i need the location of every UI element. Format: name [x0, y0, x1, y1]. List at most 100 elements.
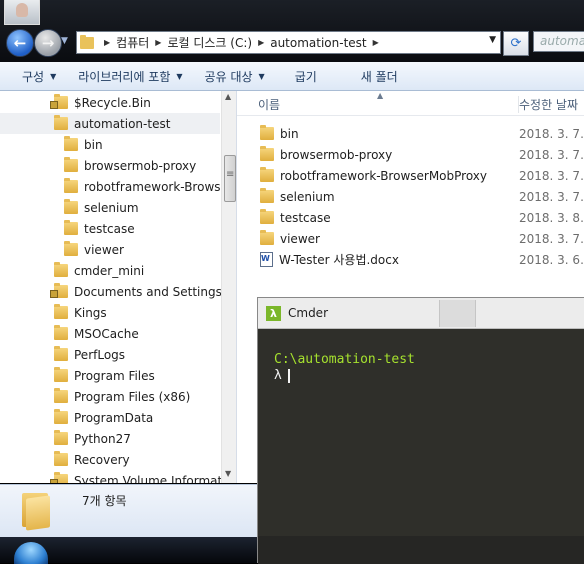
breadcrumb-local-disk[interactable]: 로컬 디스크 (C:) — [167, 34, 252, 51]
file-name: browsermob-proxy — [280, 147, 393, 162]
nav-tree-item-label: Program Files — [74, 368, 155, 383]
search-input[interactable]: automati — [533, 31, 584, 52]
file-date-modified: 2018. 3. 7. ... — [519, 168, 584, 183]
nav-scrollbar[interactable]: ▲ ▼ — [221, 91, 236, 483]
nav-tree-item[interactable]: PerfLogs — [0, 344, 220, 365]
nav-tree-item-label: MSOCache — [74, 326, 139, 341]
chevron-right-icon[interactable]: ▶ — [155, 38, 161, 47]
file-row[interactable]: W-Tester 사용법.docx 2018. 3. 6. ... — [237, 249, 584, 270]
forward-button[interactable]: → — [34, 29, 62, 57]
navigation-pane: $Recycle.Bin automation-test bin browsermob… — [0, 91, 237, 483]
column-header-date-modified[interactable]: 수정한 날짜 — [518, 96, 578, 113]
lock-icon — [50, 101, 58, 109]
nav-tree-item[interactable]: testcase — [0, 218, 220, 239]
chevron-down-icon[interactable]: ▼ — [489, 35, 496, 45]
back-button[interactable]: ← — [6, 29, 34, 57]
address-bar[interactable]: ▶ 컴퓨터 ▶ 로컬 디스크 (C:) ▶ automation-test ▶ … — [76, 31, 501, 54]
cmder-title: Cmder — [288, 306, 329, 320]
arrow-right-icon: → — [41, 34, 55, 52]
folder-icon — [22, 491, 50, 531]
file-row[interactable]: bin 2018. 3. 7. ... — [237, 123, 584, 144]
nav-tree-item-label: testcase — [84, 221, 135, 236]
nav-tree-item-label: $Recycle.Bin — [74, 95, 151, 110]
nav-tree-item[interactable]: browsermob-proxy — [0, 155, 220, 176]
folder-icon — [54, 451, 68, 466]
file-name: W-Tester 사용법.docx — [279, 253, 399, 267]
nav-tree-item[interactable]: System Volume Information — [0, 470, 236, 483]
nav-tree-item-label: cmder_mini — [74, 263, 145, 278]
folder-icon — [64, 157, 78, 172]
cmder-titlebar[interactable]: λ Cmder — [258, 298, 584, 329]
refresh-button[interactable]: ⟳ — [503, 31, 529, 56]
nav-tree-item[interactable]: MSOCache — [0, 323, 220, 344]
folder-icon — [64, 199, 78, 214]
nav-tree-item[interactable]: Recovery — [0, 449, 220, 470]
cmder-tab[interactable] — [439, 300, 476, 327]
lock-icon — [50, 479, 58, 483]
folder-icon — [54, 430, 68, 445]
nav-tree-item-label: bin — [84, 137, 103, 152]
chevron-right-icon[interactable]: ▶ — [104, 38, 110, 47]
file-row[interactable]: viewer 2018. 3. 7. ... — [237, 228, 584, 249]
file-name: testcase — [280, 210, 331, 225]
file-row[interactable]: robotframework-BrowserMobProxy 2018. 3. 7… — [237, 165, 584, 186]
column-header-name[interactable]: 이름 — [258, 96, 280, 113]
file-name: viewer — [280, 231, 320, 246]
cmder-window[interactable]: λ Cmder C:\automation-test λ — [257, 297, 584, 564]
folder-icon — [260, 167, 274, 182]
folder-icon — [260, 188, 274, 203]
nav-tree-item[interactable]: Program Files — [0, 365, 220, 386]
folder-icon — [64, 136, 78, 151]
include-in-library-menu[interactable]: 라이브러리에 포함 ▼ — [78, 68, 182, 85]
nav-tree-item-label: Documents and Settings — [74, 284, 222, 299]
breadcrumb-computer[interactable]: 컴퓨터 — [116, 34, 149, 51]
details-pane: 7개 항목 — [0, 484, 260, 538]
organize-menu[interactable]: 구성 ▼ — [22, 68, 56, 85]
file-row[interactable]: browsermob-proxy 2018. 3. 7. ... — [237, 144, 584, 165]
nav-tree-item[interactable]: Documents and Settings — [0, 281, 222, 302]
burn-button[interactable]: 굽기 — [295, 68, 317, 85]
share-with-menu[interactable]: 공유 대상 ▼ — [205, 68, 265, 85]
new-folder-label: 새 폴더 — [360, 69, 398, 84]
chevron-right-icon[interactable]: ▶ — [258, 38, 264, 47]
folder-icon — [54, 262, 68, 277]
folder-icon — [54, 409, 68, 424]
file-name: bin — [280, 126, 299, 141]
nav-tree-item[interactable]: bin — [0, 134, 220, 155]
new-folder-button[interactable]: 새 폴더 — [361, 68, 398, 85]
scroll-up-icon[interactable]: ▲ — [225, 92, 231, 101]
nav-tree-item[interactable]: automation-test — [0, 113, 220, 134]
scrollbar-thumb[interactable] — [224, 155, 236, 202]
nav-tree-item[interactable]: Python27 — [0, 428, 220, 449]
breadcrumb-automation-test[interactable]: automation-test — [270, 36, 366, 50]
file-row[interactable]: testcase 2018. 3. 8. ... — [237, 207, 584, 228]
folder-icon — [54, 325, 68, 340]
nav-tree-item[interactable]: cmder_mini — [0, 260, 220, 281]
folder-icon — [64, 220, 78, 235]
nav-tree-item[interactable]: robotframework-BrowserMobProxy — [0, 176, 236, 197]
terminal-cwd: C:\automation-test — [274, 352, 415, 367]
terminal-output[interactable]: C:\automation-test λ — [274, 352, 415, 384]
file-date-modified: 2018. 3. 7. ... — [519, 189, 584, 204]
nav-tree-item[interactable]: Program Files (x86) — [0, 386, 220, 407]
nav-tree-item[interactable]: $Recycle.Bin — [0, 92, 220, 113]
nav-tree-item[interactable]: Kings — [0, 302, 220, 323]
nav-tree-item-label: PerfLogs — [74, 347, 126, 362]
folder-icon — [54, 367, 68, 382]
nav-tree-item[interactable]: viewer — [0, 239, 220, 260]
nav-tree-item-label: viewer — [84, 242, 124, 257]
nav-tree-item-label: automation-test — [74, 116, 171, 131]
folder-icon — [54, 388, 68, 403]
nav-tree-item-label: browsermob-proxy — [84, 158, 197, 173]
recent-pages-dropdown[interactable]: ▼ — [61, 36, 68, 46]
file-row[interactable]: selenium 2018. 3. 7. ... — [237, 186, 584, 207]
locked-folder-icon — [50, 283, 68, 298]
scroll-down-icon[interactable]: ▼ — [225, 469, 231, 478]
chevron-right-icon[interactable]: ▶ — [373, 38, 379, 47]
nav-tree-item-label: robotframework-BrowserMobProxy — [84, 179, 236, 194]
file-date-modified: 2018. 3. 7. ... — [519, 147, 584, 162]
nav-tree-item[interactable]: ProgramData — [0, 407, 220, 428]
nav-tree-item-label: System Volume Information — [74, 473, 237, 484]
folder-icon — [80, 34, 94, 49]
nav-tree-item[interactable]: selenium — [0, 197, 220, 218]
